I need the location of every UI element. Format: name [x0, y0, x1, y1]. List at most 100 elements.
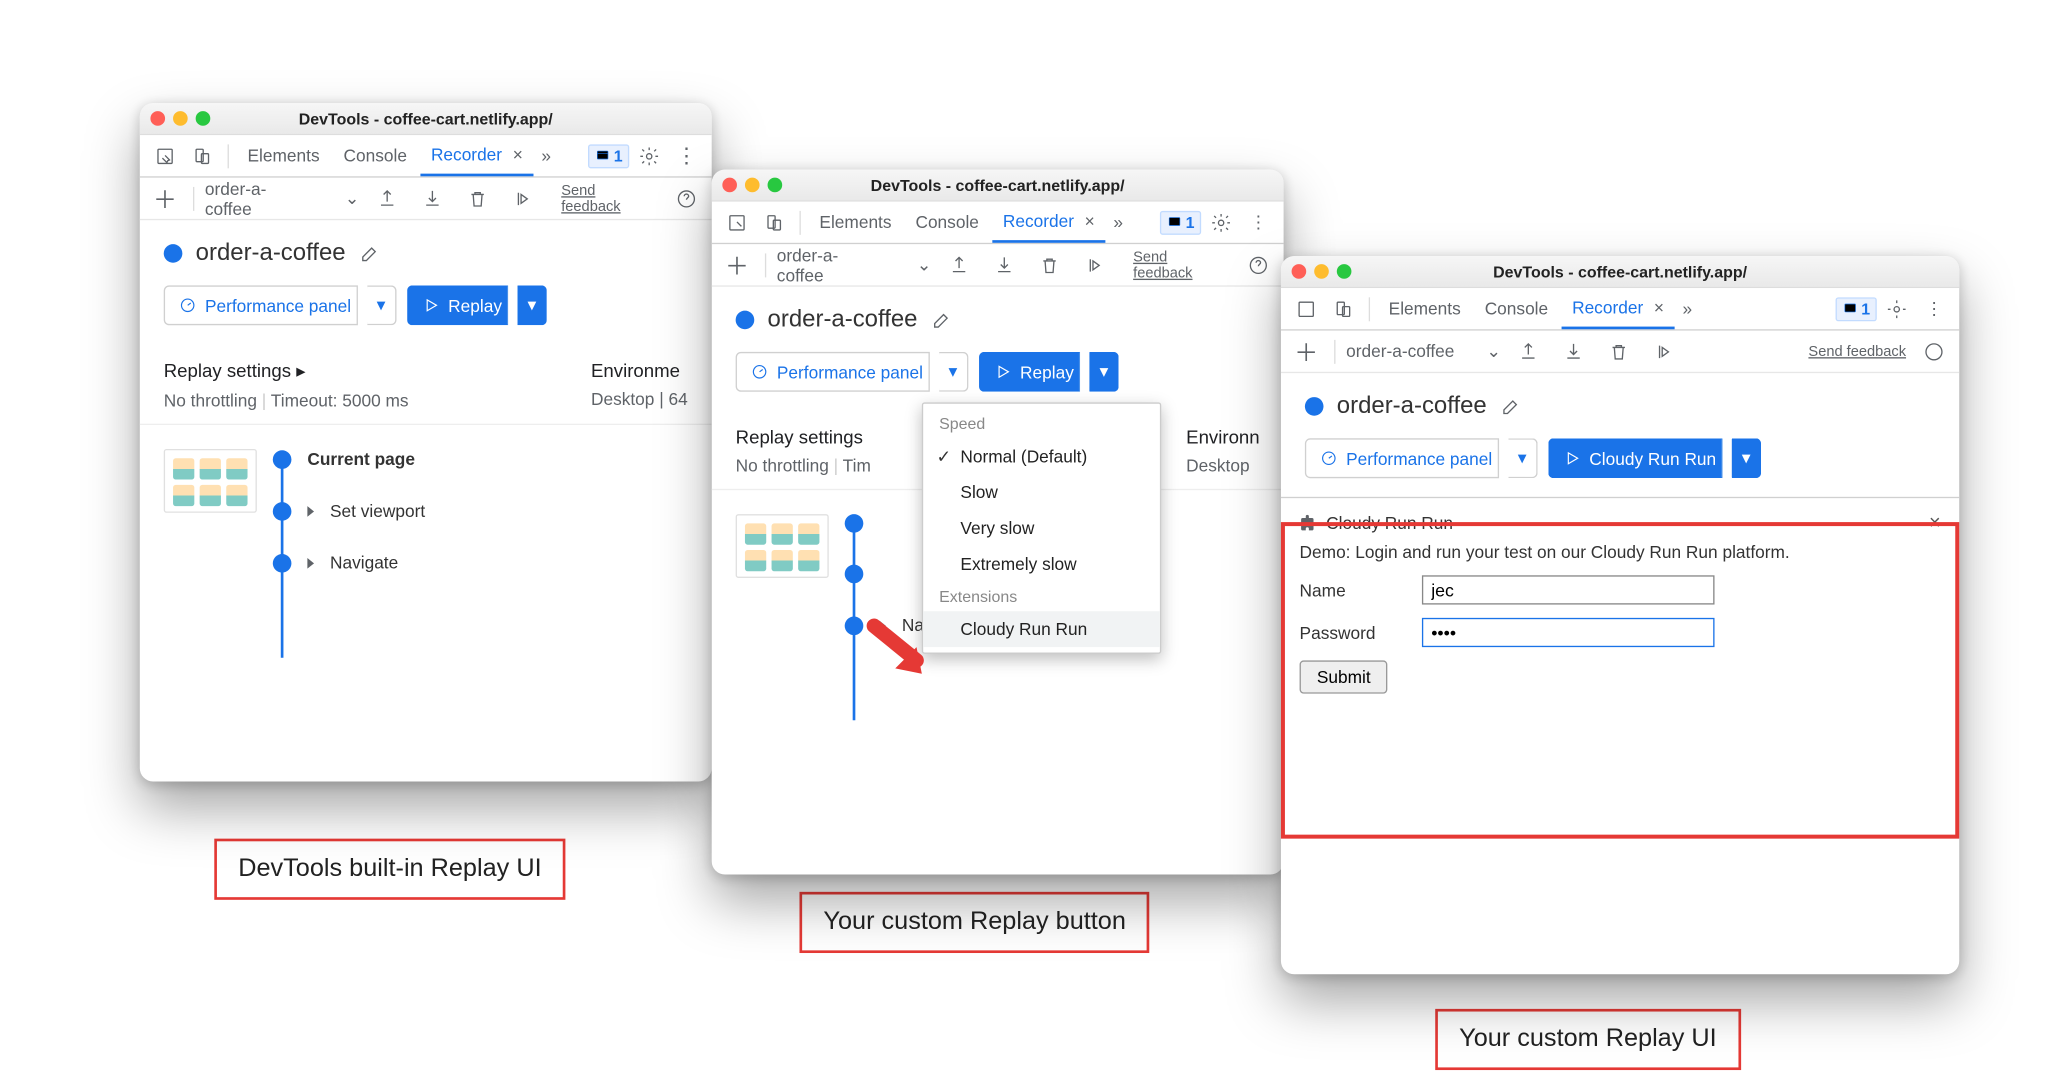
cloudy-run-dropdown[interactable]: ▾: [1732, 438, 1761, 478]
zoom-icon[interactable]: [768, 178, 783, 193]
issues-badge[interactable]: 1: [1836, 297, 1877, 321]
send-feedback-link[interactable]: Send feedback: [1133, 249, 1230, 281]
tab-elements[interactable]: Elements: [1378, 288, 1471, 329]
delete-icon[interactable]: [460, 181, 495, 216]
devtools-window-extension: DevTools - coffee-cart.netlify.app/ Elem…: [1281, 256, 1959, 974]
import-icon[interactable]: [1557, 334, 1592, 369]
tab-console[interactable]: Console: [905, 202, 990, 243]
tab-elements[interactable]: Elements: [237, 135, 330, 176]
recorder-toolbar: ＋ order-a-coffee ⌄ Send feedback: [140, 178, 712, 221]
kebab-icon[interactable]: ⋮: [1241, 205, 1276, 240]
inspect-icon[interactable]: [148, 138, 183, 173]
close-icon[interactable]: [722, 178, 737, 193]
performance-panel-dropdown[interactable]: ▾: [367, 285, 396, 325]
close-tab-icon[interactable]: ×: [513, 144, 523, 164]
performance-panel-dropdown[interactable]: ▾: [939, 352, 968, 392]
step-navigate[interactable]: Navigate: [273, 553, 688, 573]
gear-icon[interactable]: [1879, 291, 1914, 326]
send-feedback-link[interactable]: Send feedback: [561, 182, 658, 214]
tab-recorder[interactable]: Recorder×: [992, 202, 1105, 243]
speed-extremely-slow[interactable]: Extremely slow: [923, 546, 1160, 582]
add-recording-icon[interactable]: ＋: [1289, 334, 1324, 369]
replay-button[interactable]: Replay: [407, 285, 509, 325]
device-toggle-icon[interactable]: [1326, 291, 1361, 326]
replay-speed-menu: Speed Normal (Default) Slow Very slow Ex…: [922, 402, 1161, 653]
export-icon[interactable]: [942, 247, 977, 282]
kebab-icon[interactable]: ⋮: [669, 138, 704, 173]
tab-recorder[interactable]: Recorder×: [1561, 288, 1674, 329]
performance-panel-button[interactable]: Performance panel: [164, 285, 358, 325]
inspect-icon[interactable]: [1289, 291, 1324, 326]
window-title: DevTools - coffee-cart.netlify.app/: [712, 176, 1284, 195]
recording-select[interactable]: order-a-coffee⌄: [1346, 341, 1501, 362]
close-tab-icon[interactable]: ×: [1085, 211, 1095, 231]
close-tab-icon[interactable]: ×: [1654, 297, 1664, 317]
replay-button[interactable]: Replay: [979, 352, 1081, 392]
tab-elements[interactable]: Elements: [809, 202, 902, 243]
recording-select[interactable]: order-a-coffee ⌄: [205, 178, 359, 218]
edit-icon[interactable]: [1500, 395, 1521, 416]
performance-panel-button[interactable]: Performance panel: [736, 352, 930, 392]
more-tabs-icon[interactable]: »: [1108, 212, 1128, 232]
step-current-page[interactable]: Current page: [273, 449, 688, 469]
device-toggle-icon[interactable]: [185, 138, 220, 173]
password-field[interactable]: [1422, 618, 1715, 647]
zoom-icon[interactable]: [196, 111, 211, 126]
performance-panel-button[interactable]: Performance panel: [1305, 438, 1499, 478]
cloudy-run-button[interactable]: Cloudy Run Run: [1548, 438, 1723, 478]
device-toggle-icon[interactable]: [757, 205, 792, 240]
step-icon[interactable]: [1647, 334, 1682, 369]
issues-badge[interactable]: 1: [1160, 210, 1201, 234]
replay-dropdown[interactable]: ▾: [1090, 352, 1119, 392]
gear-icon[interactable]: [632, 138, 667, 173]
speed-normal[interactable]: Normal (Default): [923, 438, 1160, 474]
close-icon[interactable]: [1292, 264, 1307, 279]
environment-heading: Environme: [591, 360, 688, 381]
help-icon[interactable]: [1241, 247, 1276, 282]
add-recording-icon[interactable]: ＋: [720, 247, 755, 282]
replay-settings-heading[interactable]: Replay settings: [736, 426, 871, 447]
export-icon[interactable]: [370, 181, 405, 216]
export-icon[interactable]: [1511, 334, 1546, 369]
add-recording-icon[interactable]: ＋: [148, 181, 183, 216]
speed-slow[interactable]: Slow: [923, 474, 1160, 510]
edit-icon[interactable]: [359, 242, 380, 263]
tab-recorder[interactable]: Recorder ×: [420, 135, 533, 176]
step-set-viewport[interactable]: Set viewport: [273, 501, 688, 521]
inspect-icon[interactable]: [720, 205, 755, 240]
import-icon[interactable]: [987, 247, 1022, 282]
close-icon[interactable]: [150, 111, 165, 126]
drawer-title: Cloudy Run Run: [1326, 513, 1453, 533]
titlebar: DevTools - coffee-cart.netlify.app/: [140, 103, 712, 135]
submit-button[interactable]: Submit: [1300, 660, 1388, 693]
tab-console[interactable]: Console: [333, 135, 418, 176]
delete-icon[interactable]: [1032, 247, 1067, 282]
minimize-icon[interactable]: [173, 111, 188, 126]
send-feedback-link[interactable]: Send feedback: [1808, 343, 1906, 359]
more-tabs-icon[interactable]: »: [536, 146, 556, 166]
step-icon[interactable]: [505, 181, 540, 216]
replay-settings-heading[interactable]: Replay settings ▸: [164, 360, 409, 383]
gear-icon[interactable]: [1204, 205, 1239, 240]
zoom-icon[interactable]: [1337, 264, 1352, 279]
import-icon[interactable]: [415, 181, 450, 216]
minimize-icon[interactable]: [745, 178, 760, 193]
help-icon[interactable]: [1917, 334, 1952, 369]
delete-icon[interactable]: [1602, 334, 1637, 369]
replay-dropdown[interactable]: ▾: [518, 285, 547, 325]
name-field[interactable]: [1422, 575, 1715, 604]
edit-icon[interactable]: [931, 309, 952, 330]
more-tabs-icon[interactable]: »: [1677, 299, 1697, 319]
highlight-arrow-icon: [863, 615, 932, 684]
extension-cloudy-run[interactable]: Cloudy Run Run: [923, 611, 1160, 647]
tab-console[interactable]: Console: [1474, 288, 1559, 329]
close-drawer-icon[interactable]: ×: [1929, 511, 1941, 534]
minimize-icon[interactable]: [1314, 264, 1329, 279]
speed-very-slow[interactable]: Very slow: [923, 510, 1160, 546]
issues-badge[interactable]: 1: [588, 144, 629, 168]
step-icon[interactable]: [1077, 247, 1112, 282]
recording-select[interactable]: order-a-coffee⌄: [777, 245, 931, 285]
kebab-icon[interactable]: ⋮: [1917, 291, 1952, 326]
help-icon[interactable]: [669, 181, 704, 216]
performance-panel-dropdown[interactable]: ▾: [1508, 438, 1537, 478]
